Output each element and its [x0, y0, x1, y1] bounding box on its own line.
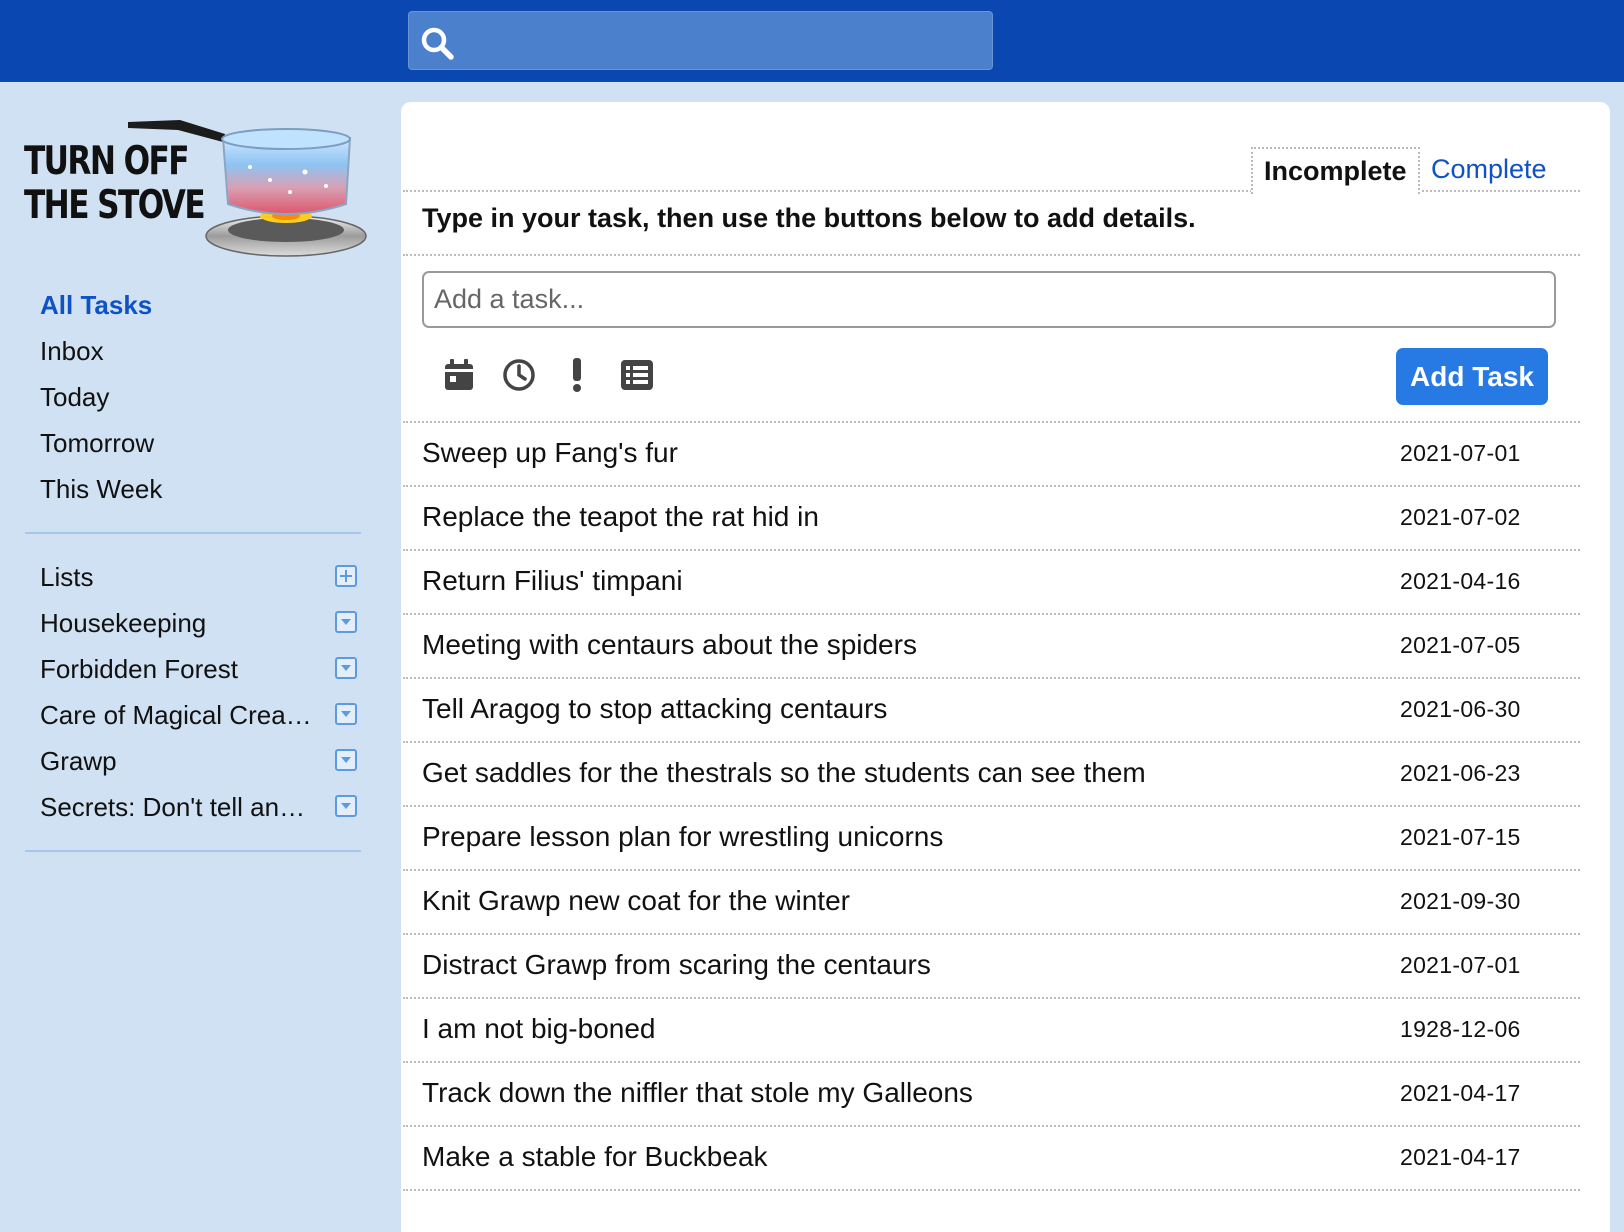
clock-icon[interactable]: [500, 356, 538, 394]
task-date: 2021-07-01: [1400, 952, 1521, 978]
sidebar: TURN OFF THE STOVE All Tasks Inbox Today…: [0, 82, 401, 1222]
list-item-label: Grawp: [40, 746, 117, 776]
logo[interactable]: TURN OFF THE STOVE: [24, 112, 367, 262]
task-title: Tell Aragog to stop attacking centaurs: [422, 693, 888, 724]
search-icon[interactable]: [419, 25, 455, 61]
task-title: Track down the niffler that stole my Gal…: [422, 1077, 973, 1108]
nav-item-inbox[interactable]: Inbox: [40, 328, 162, 374]
task-date: 2021-06-23: [1400, 760, 1521, 786]
composer-instructions: Type in your task, then use the buttons …: [422, 203, 1196, 233]
search-box[interactable]: [408, 11, 993, 70]
task-list: Sweep up Fang's fur 2021-07-01 Replace t…: [403, 423, 1580, 1191]
calendar-icon[interactable]: [440, 356, 478, 394]
dropdown-square-icon[interactable]: [335, 657, 357, 679]
task-date: 2021-06-30: [1400, 696, 1521, 722]
dropdown-square-icon[interactable]: [335, 611, 357, 633]
list-item-label: Forbidden Forest: [40, 654, 238, 684]
task-row[interactable]: Prepare lesson plan for wrestling unicor…: [403, 807, 1580, 871]
task-date: 1928-12-06: [1400, 1016, 1521, 1042]
list-item-secrets[interactable]: Secrets: Don't tell anyone: [40, 784, 360, 830]
list-item-care-of-magical-creatures[interactable]: Care of Magical Creatures: [40, 692, 360, 738]
task-title: Make a stable for Buckbeak: [422, 1141, 768, 1172]
add-task-input[interactable]: [422, 271, 1556, 328]
task-row[interactable]: Distract Grawp from scaring the centaurs…: [403, 935, 1580, 999]
dropdown-square-icon[interactable]: [335, 703, 357, 725]
task-title: Return Filius' timpani: [422, 565, 683, 596]
nav-item-today[interactable]: Today: [40, 374, 162, 420]
task-row[interactable]: Sweep up Fang's fur 2021-07-01: [403, 423, 1580, 487]
exclamation-icon[interactable]: [558, 356, 596, 394]
tab-incomplete[interactable]: Incomplete: [1251, 147, 1420, 194]
task-title: Sweep up Fang's fur: [422, 437, 678, 468]
task-date: 2021-04-17: [1400, 1144, 1521, 1170]
list-icon[interactable]: [618, 356, 656, 394]
task-date: 2021-07-05: [1400, 632, 1521, 658]
task-title: Replace the teapot the rat hid in: [422, 501, 819, 532]
task-date: 2021-07-01: [1400, 440, 1521, 466]
task-title: Prepare lesson plan for wrestling unicor…: [422, 821, 944, 852]
top-bar: [0, 0, 1624, 82]
task-date: 2021-04-17: [1400, 1080, 1521, 1106]
task-row[interactable]: I am not big-boned 1928-12-06: [403, 999, 1580, 1063]
list-item-label: Secrets: Don't tell anyone: [40, 792, 315, 822]
task-title: Knit Grawp new coat for the winter: [422, 885, 850, 916]
task-date: 2021-07-02: [1400, 504, 1521, 530]
plus-square-icon[interactable]: [335, 565, 357, 587]
task-title: I am not big-boned: [422, 1013, 656, 1044]
dropdown-square-icon[interactable]: [335, 795, 357, 817]
lists-header-label: Lists: [40, 562, 94, 592]
task-date: 2021-07-15: [1400, 824, 1521, 850]
task-title: Get saddles for the thestrals so the stu…: [422, 757, 1146, 788]
main-panel: Incomplete Complete Type in your task, t…: [401, 102, 1610, 1232]
task-row[interactable]: Knit Grawp new coat for the winter 2021-…: [403, 871, 1580, 935]
dropdown-square-icon[interactable]: [335, 749, 357, 771]
task-row[interactable]: Track down the niffler that stole my Gal…: [403, 1063, 1580, 1127]
nav-item-all-tasks[interactable]: All Tasks: [40, 282, 162, 328]
task-title: Distract Grawp from scaring the centaurs: [422, 949, 931, 980]
nav-menu: All Tasks Inbox Today Tomorrow This Week: [40, 282, 162, 512]
task-row[interactable]: Get saddles for the thestrals so the stu…: [403, 743, 1580, 807]
divider: [403, 254, 1580, 256]
list-item-forbidden-forest[interactable]: Forbidden Forest: [40, 646, 360, 692]
lists-menu: Lists Housekeeping Forbidden Forest Care…: [40, 554, 360, 830]
sidebar-divider: [25, 532, 361, 534]
list-item-label: Care of Magical Creatures: [40, 700, 315, 730]
nav-item-tomorrow[interactable]: Tomorrow: [40, 420, 162, 466]
list-item-housekeeping[interactable]: Housekeeping: [40, 600, 360, 646]
list-item-grawp[interactable]: Grawp: [40, 738, 360, 784]
task-title: Meeting with centaurs about the spiders: [422, 629, 917, 660]
task-row[interactable]: Return Filius' timpani 2021-04-16: [403, 551, 1580, 615]
list-item-label: Housekeeping: [40, 608, 207, 638]
task-row[interactable]: Meeting with centaurs about the spiders …: [403, 615, 1580, 679]
nav-item-this-week[interactable]: This Week: [40, 466, 162, 512]
task-row[interactable]: Tell Aragog to stop attacking centaurs 2…: [403, 679, 1580, 743]
search-input[interactable]: [465, 20, 979, 64]
add-task-button[interactable]: Add Task: [1396, 348, 1548, 405]
tab-complete[interactable]: Complete: [1420, 147, 1558, 191]
task-row[interactable]: Replace the teapot the rat hid in 2021-0…: [403, 487, 1580, 551]
sidebar-divider: [25, 850, 361, 852]
task-row[interactable]: Make a stable for Buckbeak 2021-04-17: [403, 1127, 1580, 1191]
pot-on-stove-logo-icon: [128, 120, 367, 257]
task-date: 2021-04-16: [1400, 568, 1521, 594]
task-date: 2021-09-30: [1400, 888, 1521, 914]
lists-header: Lists: [40, 554, 360, 600]
